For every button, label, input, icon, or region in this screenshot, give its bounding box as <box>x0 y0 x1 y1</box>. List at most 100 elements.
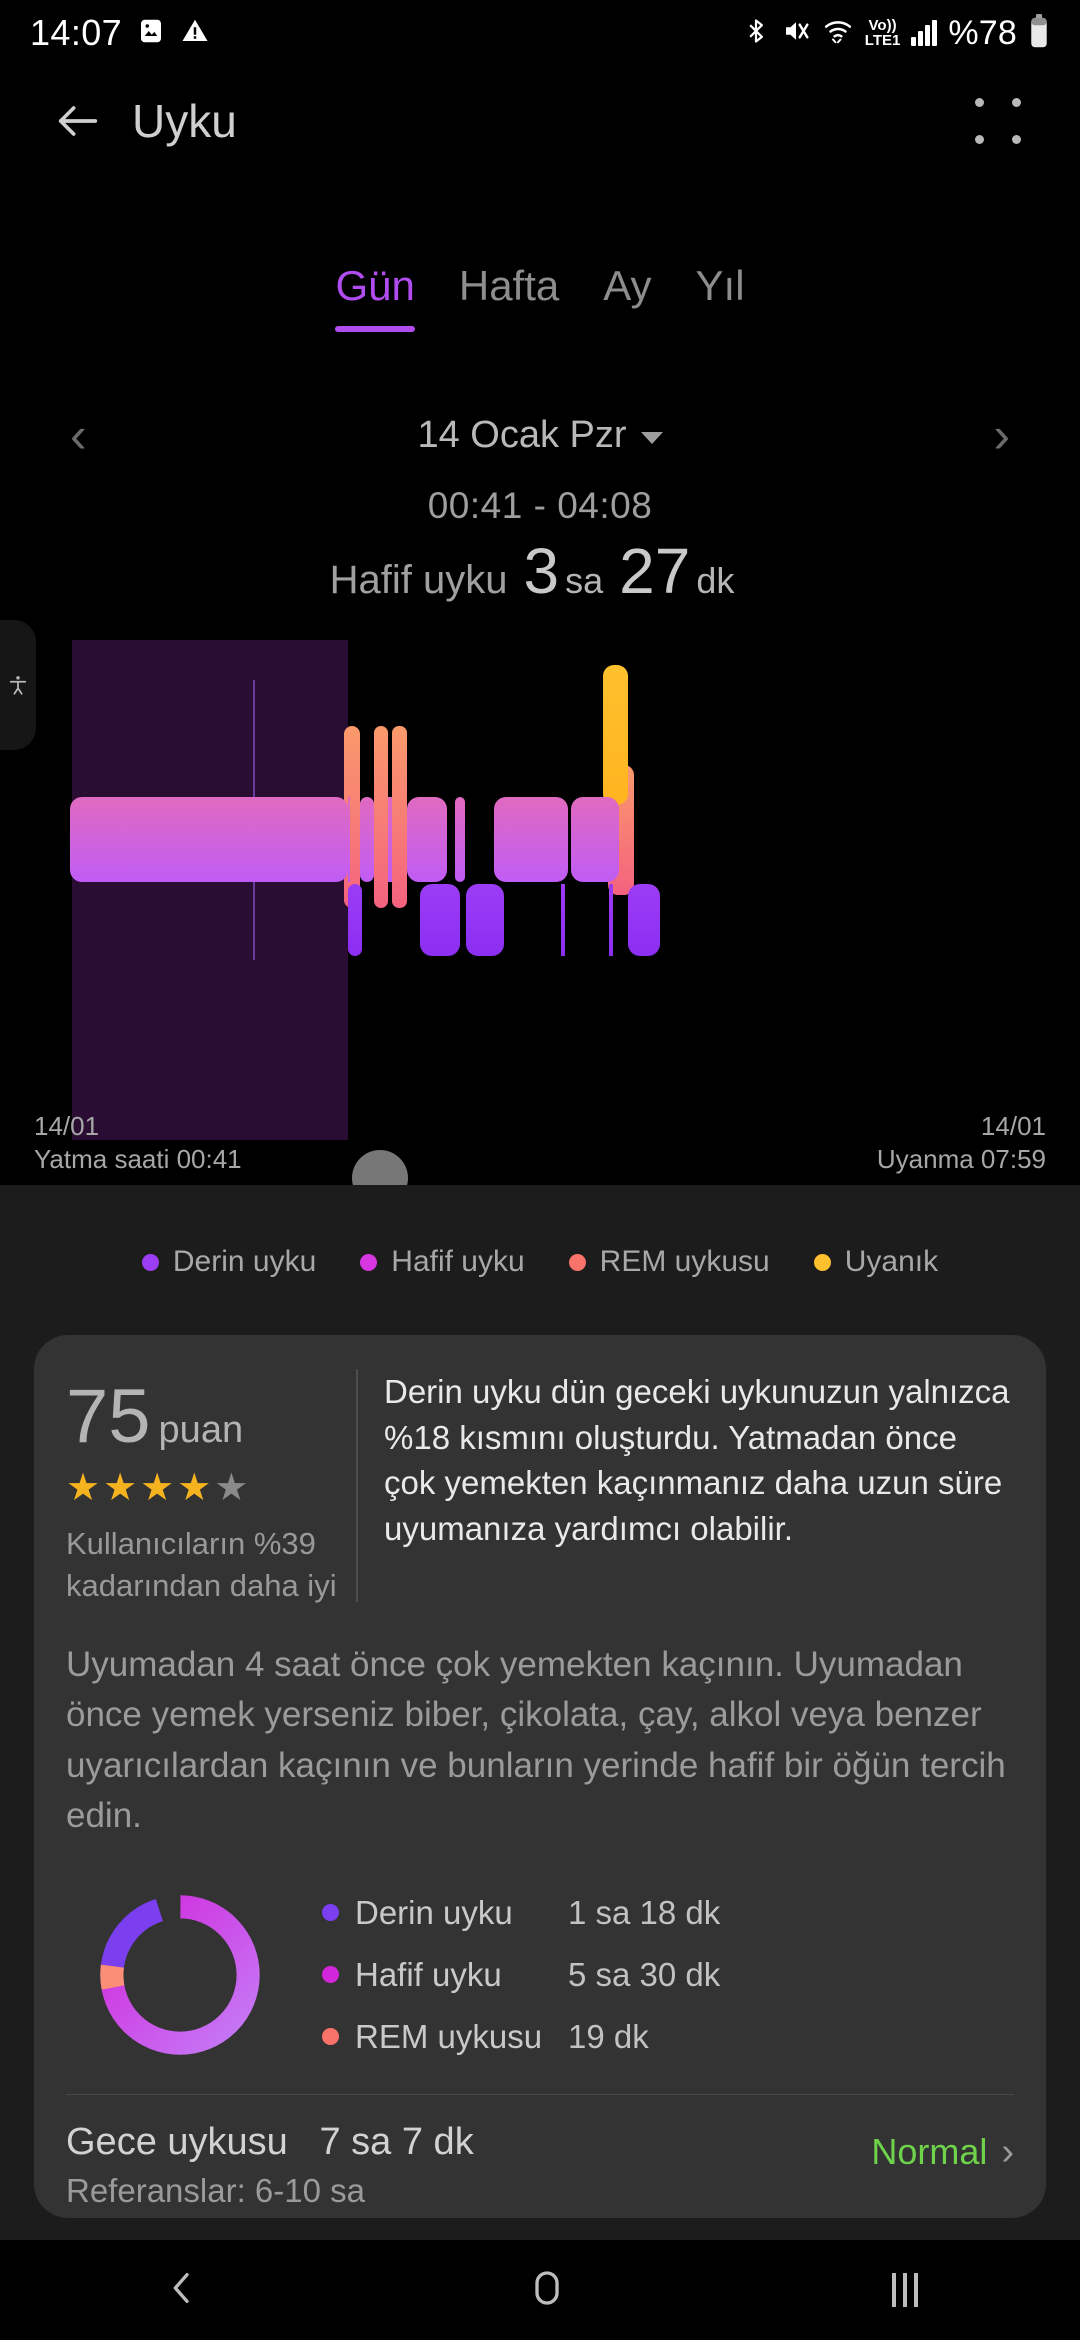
nav-recents-icon <box>913 2273 918 2307</box>
legend-item-rem: REM uykusu <box>568 1245 770 1279</box>
volte-lte-icon: Vo)) LTE1 <box>864 17 901 49</box>
hypnogram-svg <box>70 640 660 1140</box>
legend-item-deep: Derin uyku <box>141 1245 317 1279</box>
page-title: Uyku <box>132 95 237 147</box>
caret-down-icon <box>640 431 663 444</box>
nav-recents-icon <box>902 2273 907 2307</box>
segment-light <box>571 797 619 882</box>
night-sleep-label: Gece uykusu <box>66 2120 288 2163</box>
more-dot <box>1012 98 1021 107</box>
sleep-donut-chart <box>100 1894 260 2055</box>
star-filled: ★ <box>177 1467 215 1509</box>
nav-recents-icon <box>891 2273 896 2307</box>
segment-light <box>70 797 348 882</box>
tab-yil[interactable]: Yıl <box>674 262 767 332</box>
date-navigator: ‹ 14 Ocak Pzr › <box>0 395 1080 475</box>
back-arrow-icon <box>58 106 98 136</box>
prev-day-button[interactable]: ‹ <box>70 410 87 460</box>
next-day-button[interactable]: › <box>993 410 1010 460</box>
segment-light <box>494 797 568 882</box>
summary-duration: Hafif uyku 3 sa 27 dk <box>0 539 1080 603</box>
star-filled: ★ <box>103 1467 141 1509</box>
breakdown-label-rem: REM uykusu <box>355 2017 543 2055</box>
segment-deep <box>561 884 565 956</box>
night-sleep-reference: Referanslar: 6-10 sa <box>66 2171 365 2209</box>
status-bar-right: Vo)) LTE1 %78 <box>742 13 1050 53</box>
breakdown-row-rem: REM uykusu 19 dk <box>322 2006 1014 2068</box>
night-sleep-title: Gece uykusu 7 sa 7 dk <box>66 2121 474 2164</box>
segment-light <box>388 797 392 882</box>
segment-rem <box>392 726 407 908</box>
sleep-breakdown-section: Derin uyku 1 sa 18 dk Hafif uyku 5 sa 30… <box>66 1882 1014 2068</box>
more-dot <box>975 135 984 144</box>
nav-recents-button[interactable] <box>891 2273 918 2307</box>
period-tabs: Gün Hafta Ay Yıl <box>0 262 1080 332</box>
more-dot <box>1012 135 1021 144</box>
axis-start-label: Yatma saati 00:41 <box>34 1143 242 1174</box>
breakdown-name-deep: Derin uyku <box>322 1894 568 1932</box>
chart-axis-labels: 14/01 Yatma saati 00:41 14/01 Uyanma 07:… <box>0 1110 1080 1190</box>
breakdown-value-deep: 1 sa 18 dk <box>568 1893 721 1931</box>
segment-wake <box>603 665 628 805</box>
sleep-hypnogram-chart[interactable] <box>0 640 1080 1140</box>
night-sleep-info: Gece uykusu 7 sa 7 dk Referanslar: 6-10 … <box>66 2121 474 2210</box>
bluetooth-icon <box>742 16 770 51</box>
status-bar: 14:07 Vo)) LTE1 %78 <box>0 0 1080 66</box>
sleep-tip-text: Derin uyku dün geceki uykunuzun yalnızca… <box>384 1373 1010 1547</box>
legend-dot-rem <box>568 1253 586 1271</box>
night-sleep-value: 7 sa 7 dk <box>319 2120 474 2163</box>
back-button[interactable] <box>30 95 126 147</box>
axis-end-date: 14/01 <box>980 1111 1046 1141</box>
score-value: 75 <box>66 1374 151 1459</box>
nav-home-icon <box>535 2270 559 2305</box>
segment-light <box>360 797 374 882</box>
tab-ay[interactable]: Ay <box>581 262 673 332</box>
app-bar: Uyku <box>0 66 1080 176</box>
segment-deep <box>420 884 460 956</box>
mute-icon <box>781 16 811 51</box>
axis-end-label: Uyanma 07:59 <box>876 1143 1046 1174</box>
legend-label-deep: Derin uyku <box>172 1245 317 1278</box>
selection-overlay <box>72 640 348 1140</box>
star-rating: ★★★★★ <box>66 1469 356 1507</box>
nav-back-icon <box>173 2272 189 2303</box>
nav-home-button[interactable] <box>527 2268 567 2313</box>
summary-stage-label: Hafif uyku <box>329 558 508 602</box>
sleep-summary: 00:41 - 04:08 Hafif uyku 3 sa 27 dk <box>0 485 1080 603</box>
date-picker-button[interactable]: 14 Ocak Pzr <box>417 414 663 457</box>
night-sleep-status[interactable]: Normal › <box>871 2121 1014 2173</box>
summary-time-range: 00:41 - 04:08 <box>427 485 653 526</box>
score-value-row: 75 puan <box>66 1379 356 1455</box>
legend-item-awake: Uyanık <box>813 1245 938 1279</box>
segment-deep <box>609 884 613 956</box>
tab-gun[interactable]: Gün <box>313 262 436 332</box>
battery-percent: %78 <box>948 13 1017 52</box>
sleep-score-card[interactable]: 75 puan ★★★★★ Kullanıcıların %39 kadarın… <box>34 1335 1046 2218</box>
summary-hours: 3 <box>523 535 560 607</box>
image-icon <box>136 16 166 51</box>
more-options-button[interactable] <box>968 91 1028 151</box>
warning-icon <box>180 16 210 51</box>
breakdown-row-light: Hafif uyku 5 sa 30 dk <box>322 1944 1014 2006</box>
segment-deep <box>348 884 362 956</box>
legend-dot-light <box>360 1253 378 1271</box>
status-bar-left: 14:07 <box>30 12 210 54</box>
night-sleep-row[interactable]: Gece uykusu 7 sa 7 dk Referanslar: 6-10 … <box>66 2121 1014 2218</box>
legend-dot-awake <box>813 1253 831 1271</box>
breakdown-dot-deep <box>322 1904 339 1922</box>
segment-light <box>348 797 350 882</box>
summary-minutes: 27 <box>619 535 691 607</box>
system-nav-bar <box>0 2240 1080 2340</box>
tab-hafta[interactable]: Hafta <box>437 262 581 332</box>
star-filled: ★ <box>66 1467 104 1509</box>
nav-back-button[interactable] <box>162 2268 202 2313</box>
percentile-text: Kullanıcıların %39 kadarından daha iyi <box>66 1526 337 1603</box>
summary-minutes-unit: dk <box>696 560 735 601</box>
breakdown-label-light: Hafif uyku <box>355 1955 502 1993</box>
segment-deep <box>628 884 660 956</box>
score-unit: puan <box>158 1409 244 1451</box>
breakdown-list: Derin uyku 1 sa 18 dk Hafif uyku 5 sa 30… <box>322 1882 1014 2068</box>
status-badge: Normal <box>871 2130 988 2172</box>
signal-bars-icon <box>911 20 938 46</box>
breakdown-dot-light <box>322 1966 339 1984</box>
